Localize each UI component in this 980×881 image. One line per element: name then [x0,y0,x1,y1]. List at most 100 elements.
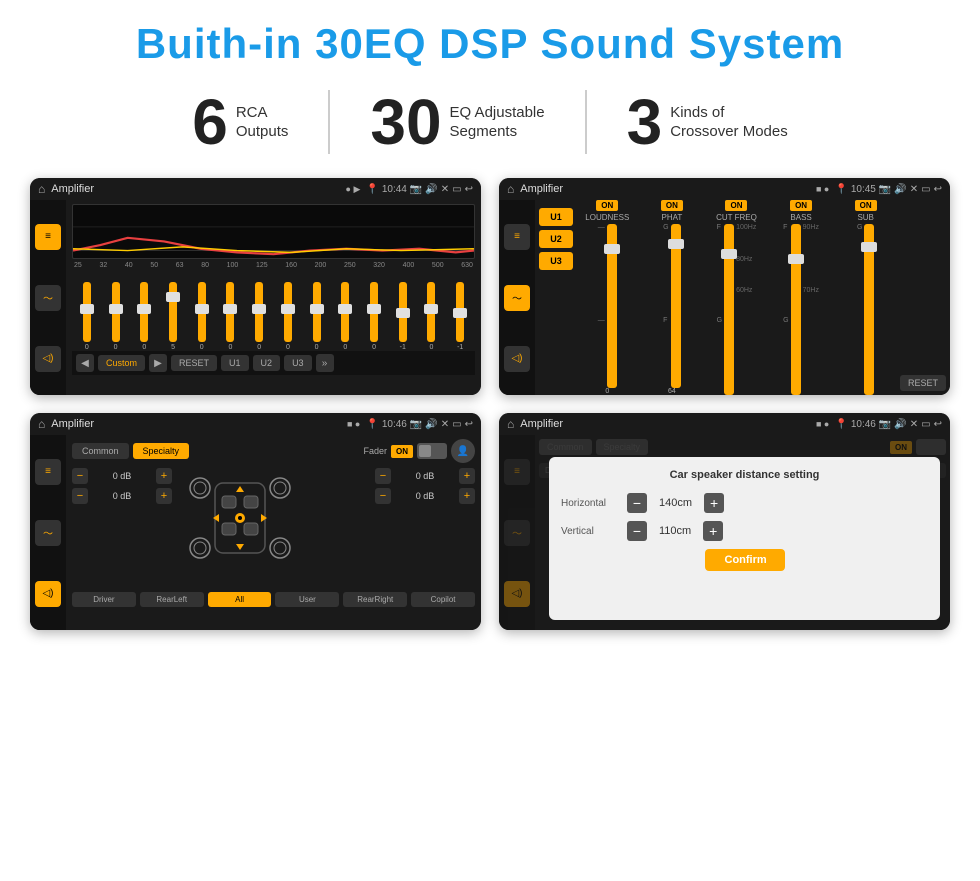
time-1: 10:44 [382,184,407,195]
slider-col-2[interactable]: 0 [103,282,129,351]
slider-col-1[interactable]: 0 [74,282,100,351]
cutfreq-slider[interactable] [724,224,734,395]
tab-common[interactable]: Common [72,443,129,459]
db-plus-4[interactable]: + [459,488,475,504]
home-icon-4[interactable]: ⌂ [507,417,514,431]
status-icons-1: 📍 10:44 📷 🔊 ✕ ▭ ↩ [366,184,473,195]
db-minus-4[interactable]: − [375,488,391,504]
eq-icon-btn-active[interactable]: ≡ [35,224,61,250]
prev-arrow-btn[interactable]: ◀ [76,354,94,372]
on-badge-phat[interactable]: ON [661,200,683,211]
slider-col-13[interactable]: 0 [419,282,445,351]
on-badge-loudness[interactable]: ON [596,200,618,211]
fader-slider-widget[interactable] [417,443,447,459]
col-phat: ON PHAT GF 64 [642,200,703,395]
db-minus-2[interactable]: − [72,488,88,504]
fader-right-controls: − 0 dB + − 0 dB + [375,468,475,588]
vertical-minus[interactable]: − [627,521,647,541]
wave-icon-2[interactable]: 〜 [504,285,530,311]
wave-icon-3[interactable]: 〜 [35,520,61,546]
reset-btn-1[interactable]: RESET [171,355,217,371]
db-plus-2[interactable]: + [156,488,172,504]
back-icon-2[interactable]: ↩ [934,184,942,195]
eq-bottom-bar: ◀ Custom ▶ RESET U1 U2 U3 » [72,351,475,375]
speaker-icon-2[interactable]: ◁) [504,346,530,372]
sub-slider[interactable] [864,224,874,395]
time-4: 10:46 [851,419,876,430]
home-icon-2[interactable]: ⌂ [507,182,514,196]
confirm-button[interactable]: Confirm [705,549,785,571]
u1-btn-1[interactable]: U1 [221,355,249,371]
bass-slider[interactable] [791,224,801,395]
x-icon-3: ✕ [441,419,449,430]
u3-btn-1[interactable]: U3 [284,355,312,371]
crossover-grid: ON LOUDNESS —— 0 [577,200,896,395]
preset-u2[interactable]: U2 [539,230,573,248]
back-icon-4[interactable]: ↩ [934,419,942,430]
stat-number-crossover: 3 [627,90,663,154]
preset-buttons: U1 U2 U3 [535,200,577,395]
u2-btn-1[interactable]: U2 [253,355,281,371]
home-icon-3[interactable]: ⌂ [38,417,45,431]
footer-rearleft[interactable]: RearLeft [140,592,204,607]
footer-user[interactable]: User [275,592,339,607]
db-plus-3[interactable]: + [459,468,475,484]
slider-col-5[interactable]: 0 [189,282,215,351]
home-icon-1[interactable]: ⌂ [38,182,45,196]
phat-slider[interactable] [671,224,681,388]
reset-btn-2[interactable]: RESET [900,375,946,391]
slider-col-12[interactable]: -1 [390,282,416,351]
more-arrow-btn[interactable]: » [316,354,334,372]
on-badge-cutfreq[interactable]: ON [725,200,747,211]
horizontal-plus[interactable]: + [704,493,724,513]
fader-bottom-bar: Driver RearLeft All User RearRight Copil… [72,592,475,607]
db-minus-3[interactable]: − [375,468,391,484]
footer-copilot[interactable]: Copilot [411,592,475,607]
slider-col-10[interactable]: 0 [332,282,358,351]
next-arrow-btn[interactable]: ▶ [149,354,167,372]
custom-btn[interactable]: Custom [98,355,145,371]
crossover-main: U1 U2 U3 ON LOUDNESS —— [535,200,950,395]
vertical-plus[interactable]: + [703,521,723,541]
horizontal-minus[interactable]: − [627,493,647,513]
back-icon-1[interactable]: ↩ [465,184,473,195]
slider-col-14[interactable]: -1 [447,282,473,351]
wave-icon-btn[interactable]: 〜 [35,285,61,311]
slider-col-7[interactable]: 0 [246,282,272,351]
db-minus-1[interactable]: − [72,468,88,484]
slider-col-4[interactable]: 5 [160,282,186,351]
x-icon-1: ✕ [441,184,449,195]
back-icon-3[interactable]: ↩ [465,419,473,430]
loudness-slider[interactable] [607,224,617,388]
left-icon-panel-4: ≡ 〜 ◁) [499,435,535,630]
db-plus-1[interactable]: + [156,468,172,484]
eq-icon-3[interactable]: ≡ [35,459,61,485]
status-bar-3: ⌂ Amplifier ■ ● 📍 10:46 📷 🔊 ✕ ▭ ↩ [30,413,481,435]
on-badge-bass[interactable]: ON [790,200,812,211]
eq-icon-2[interactable]: ≡ [504,224,530,250]
status-bar-2: ⌂ Amplifier ■ ● 📍 10:45 📷 🔊 ✕ ▭ ↩ [499,178,950,200]
slider-col-6[interactable]: 0 [218,282,244,351]
freq-labels: 2532405063 80100125160200 25032040050063… [72,262,475,269]
profile-icon[interactable]: 👤 [451,439,475,463]
footer-rearright[interactable]: RearRight [343,592,407,607]
slider-col-8[interactable]: 0 [275,282,301,351]
stats-row: 6 RCA Outputs 30 EQ Adjustable Segments … [30,90,950,154]
preset-u3[interactable]: U3 [539,252,573,270]
slider-col-3[interactable]: 0 [131,282,157,351]
tab-specialty[interactable]: Specialty [133,443,190,459]
footer-all[interactable]: All [208,592,272,607]
slider-col-11[interactable]: 0 [361,282,387,351]
footer-driver[interactable]: Driver [72,592,136,607]
preset-u1[interactable]: U1 [539,208,573,226]
col-bass: ON BASS FG 90Hz [771,200,832,395]
fader-on-toggle[interactable]: ON [391,445,413,458]
app-title-2: Amplifier [520,183,810,195]
speaker-icon-3[interactable]: ◁) [35,581,61,607]
on-badge-sub[interactable]: ON [855,200,877,211]
col-title-phat: PHAT [662,213,683,222]
pin-icon-1: 📍 [366,184,378,195]
slider-col-9[interactable]: 0 [304,282,330,351]
fader-left-controls: − 0 dB + − 0 dB + [72,468,172,588]
speaker-icon-btn[interactable]: ◁) [35,346,61,372]
